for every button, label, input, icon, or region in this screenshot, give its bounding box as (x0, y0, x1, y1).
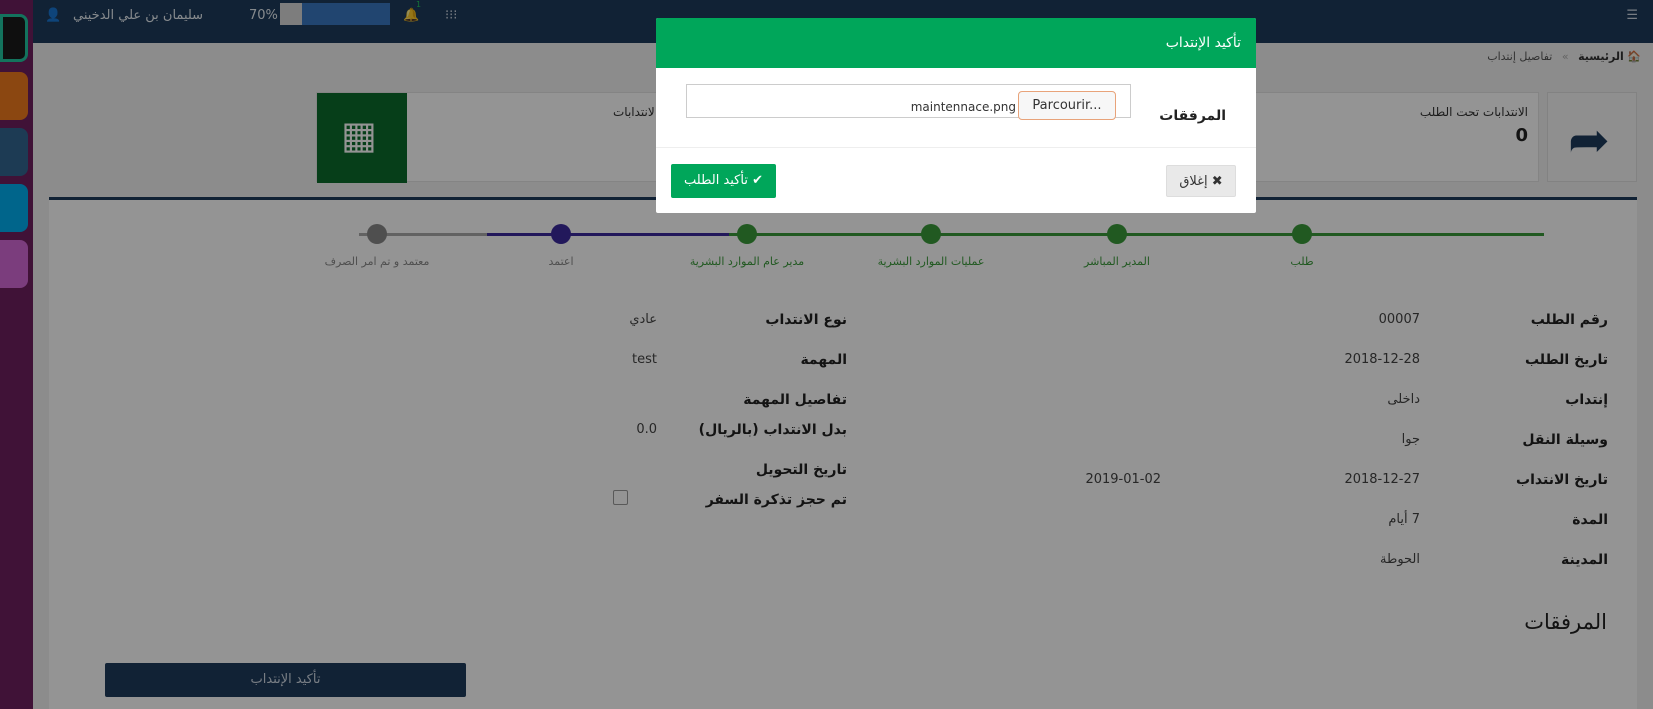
file-input[interactable]: maintennace.png Parcourir... (686, 84, 1131, 120)
confirm-request-button[interactable]: ✔ تأكيد الطلب (671, 164, 776, 198)
close-button-label: إغلاق (1179, 174, 1208, 189)
browse-button[interactable]: Parcourir... (1018, 91, 1116, 120)
confirm-request-label: تأكيد الطلب (684, 173, 748, 188)
modal-header: تأكيد الإنتداب (656, 18, 1256, 68)
confirm-modal: تأكيد الإنتداب المرفقات maintennace.png … (656, 18, 1256, 213)
check-icon: ✔ (752, 173, 763, 188)
modal-title: تأكيد الإنتداب (1165, 35, 1241, 51)
file-name: maintennace.png (910, 100, 1016, 114)
close-icon: ✖ (1211, 174, 1223, 189)
modal-attachments-label: المرفقات (1159, 108, 1226, 124)
close-button[interactable]: ✖ إغلاق (1166, 165, 1236, 197)
